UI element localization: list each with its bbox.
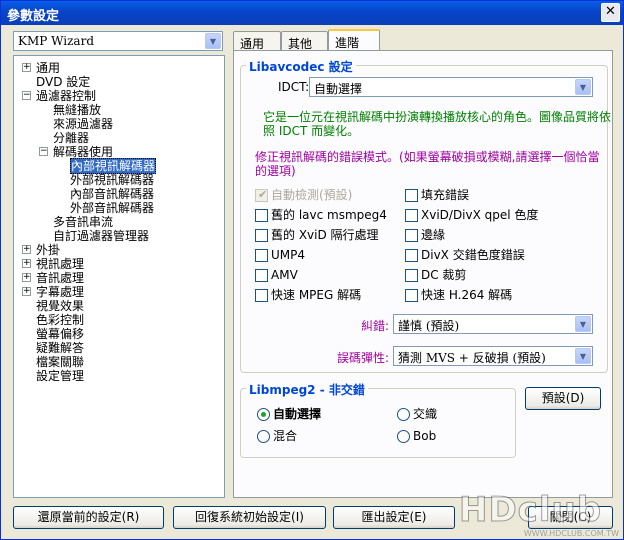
reset-defaults-button[interactable]: 回復系統初始設定(I): [173, 506, 326, 529]
tree-item[interactable]: 螢幕偏移: [36, 327, 84, 341]
tab-advanced[interactable]: 進階: [328, 29, 380, 51]
advanced-panel: Libavcodec 設定 IDCT: 自動選擇 ▼ 它是一位元在視訊解碼中扮演…: [233, 50, 613, 498]
expand-icon[interactable]: +: [22, 287, 31, 296]
radio-auto[interactable]: 自動選擇: [257, 408, 321, 422]
tree-item[interactable]: + 視訊處理: [22, 257, 84, 271]
chevron-down-icon[interactable]: ▼: [205, 33, 221, 49]
restore-current-button[interactable]: 還原當前的設定(R): [13, 506, 164, 529]
checkbox-right-3[interactable]: DivX 交錯色度錯誤: [405, 249, 525, 263]
libavcodec-title: Libavcodec 設定: [246, 58, 356, 75]
tab-other[interactable]: 其他: [281, 31, 328, 51]
collapse-icon[interactable]: −: [22, 91, 31, 100]
close-icon[interactable]: ✕: [601, 3, 620, 22]
libmpeg2-title: Libmpeg2 - 非交錯: [246, 381, 368, 398]
idct-label: IDCT:: [278, 80, 310, 94]
tree-item[interactable]: DVD 設定: [36, 75, 90, 89]
error-description-line1: 修正視訊解碼的錯誤模式。(如果螢幕破損或模糊,請選擇一個恰當: [255, 150, 600, 164]
tree-item[interactable]: − 解碼器使用: [39, 145, 113, 159]
tree-item[interactable]: 外部音訊解碼器: [70, 201, 154, 215]
preset-select[interactable]: KMP Wizard ▼: [13, 31, 223, 51]
tree-item[interactable]: 視覺效果: [36, 299, 84, 313]
tree-item[interactable]: 自訂過濾器管理器: [53, 229, 149, 243]
checkbox-left-1[interactable]: 舊的 lavc msmpeg4: [255, 209, 387, 223]
tree-item[interactable]: 檔案關聯: [36, 355, 84, 369]
tree-item[interactable]: 來源過濾器: [53, 117, 113, 131]
chevron-down-icon[interactable]: ▼: [575, 79, 591, 95]
checkbox-right-2[interactable]: 邊緣: [405, 229, 445, 243]
collapse-icon[interactable]: −: [39, 147, 48, 156]
title-bar: 參數設定 ✕: [1, 1, 623, 25]
radio-interlace[interactable]: 交織: [397, 408, 437, 422]
checkbox-left-3[interactable]: UMP4: [255, 249, 305, 263]
libavcodec-group: Libavcodec 設定 IDCT: 自動選擇 ▼ 它是一位元在視訊解碼中扮演…: [240, 58, 611, 373]
idct-description-line2: 照 IDCT 而變化。: [263, 124, 360, 138]
tree-item[interactable]: + 字幕處理: [22, 285, 84, 299]
tree-item[interactable]: + 音訊處理: [22, 271, 84, 285]
error-correction-label: 糾錯:: [361, 319, 390, 333]
settings-tree[interactable]: + 通用 DVD 設定 − 過濾器控制 無縫播放 來源過濾器 分離器 − 解碼器使用 內部視訊解碼器…: [13, 55, 225, 498]
preset-value: KMP Wizard: [18, 34, 94, 48]
preferences-window: 參數設定 ✕ KMP Wizard ▼ + 通用 DVD 設定 − 過濾器控制 無縫播放來…: [0, 0, 624, 540]
tree-item[interactable]: 內部視訊解碼器: [70, 158, 157, 174]
error-correction-select[interactable]: 謹慎 (預設) ▼: [393, 314, 593, 334]
expand-icon[interactable]: +: [22, 273, 31, 282]
tree-item[interactable]: 無縫播放: [53, 103, 101, 117]
tree-item[interactable]: 多音訊串流: [53, 215, 113, 229]
tree-item[interactable]: − 過濾器控制: [22, 89, 96, 103]
tab-general[interactable]: 通用: [233, 31, 281, 51]
libmpeg2-group: Libmpeg2 - 非交錯 自動選擇 交織 混合 Bob: [240, 381, 516, 458]
checkbox-left-0: ✔ 自動檢測(預設): [255, 188, 352, 203]
checkbox-left-4[interactable]: AMV: [255, 269, 298, 283]
check-icon: ✔: [258, 188, 268, 201]
watermark-logo: HDclub WWW.HDCLUB.COM.TW: [459, 490, 620, 539]
radio-bob[interactable]: Bob: [397, 430, 436, 444]
expand-icon[interactable]: +: [22, 63, 31, 72]
checkbox-right-4[interactable]: DC 裁剪: [405, 269, 466, 283]
expand-icon[interactable]: +: [22, 245, 31, 254]
default-button[interactable]: 預設(D): [525, 387, 601, 410]
error-description-line2: 的選項): [255, 164, 296, 178]
window-title: 參數設定: [7, 9, 60, 24]
idct-select[interactable]: 自動選擇 ▼: [309, 77, 593, 97]
chevron-down-icon[interactable]: ▼: [575, 348, 591, 364]
checkbox-right-1[interactable]: XviD/DivX qpel 色度: [405, 209, 538, 223]
export-settings-button[interactable]: 匯出設定(E): [333, 506, 455, 529]
tree-item[interactable]: 設定管理: [36, 369, 84, 383]
tree-item[interactable]: 色彩控制: [36, 313, 84, 327]
error-resilience-label: 誤碼彈性:: [337, 351, 390, 365]
idct-value: 自動選擇: [314, 82, 363, 96]
tree-item[interactable]: 內部音訊解碼器: [70, 187, 154, 201]
expand-icon[interactable]: +: [22, 259, 31, 268]
tree-item[interactable]: + 通用: [22, 61, 60, 75]
checkbox-right-0[interactable]: 填充錯誤: [405, 189, 469, 203]
tree-item[interactable]: 疑難解答: [36, 341, 84, 355]
checkbox-left-5[interactable]: 快速 MPEG 解碼: [255, 289, 361, 303]
checkbox-right-5[interactable]: 快速 H.264 解碼: [405, 289, 512, 303]
radio-blend[interactable]: 混合: [257, 430, 297, 444]
error-resilience-value: 猜測 MVS + 反破損 (預設): [398, 351, 546, 365]
tree-item[interactable]: 分離器: [53, 131, 89, 145]
tree-item[interactable]: + 外掛: [22, 243, 60, 257]
chevron-down-icon[interactable]: ▼: [575, 316, 591, 332]
error-resilience-select[interactable]: 猜測 MVS + 反破損 (預設) ▼: [393, 346, 593, 366]
tree-item[interactable]: 外部視訊解碼器: [70, 173, 154, 187]
error-correction-value: 謹慎 (預設): [398, 319, 460, 333]
checkbox-left-2[interactable]: 舊的 XviD 隔行處理: [255, 229, 379, 243]
